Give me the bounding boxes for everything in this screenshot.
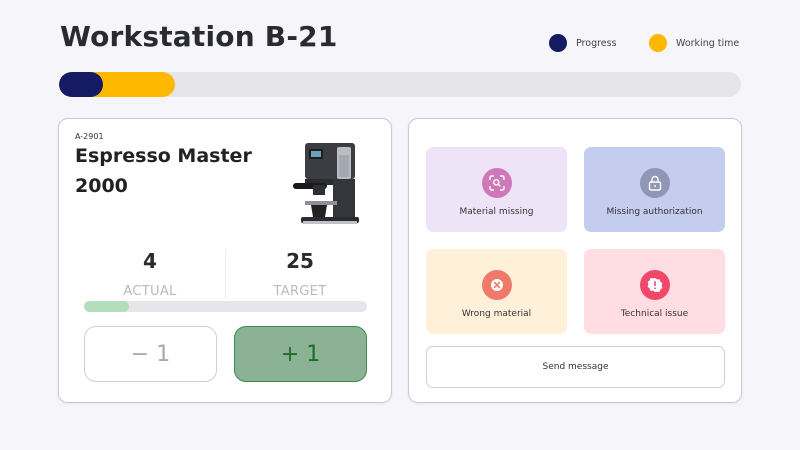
count-progress-bar — [84, 301, 367, 312]
scan-search-icon — [481, 168, 512, 198]
product-card: A-2901 Espresso Master 2000 4 ACTUAL 25 … — [58, 118, 392, 403]
target-stat: 25 TARGET — [230, 249, 370, 299]
progress-legend-dot — [549, 34, 567, 52]
lock-icon — [639, 168, 670, 198]
stat-divider — [225, 249, 226, 299]
target-value: 25 — [286, 249, 314, 273]
actual-stat: 4 ACTUAL — [80, 249, 220, 299]
material-missing-tile[interactable]: Material missing — [426, 147, 567, 232]
issues-card: Material missing Missing authorization W… — [408, 118, 742, 403]
legend-working-time: Working time — [649, 34, 739, 52]
tile-label: Technical issue — [620, 309, 689, 319]
target-label: TARGET — [273, 284, 327, 299]
product-name: Espresso Master 2000 — [75, 145, 252, 197]
technical-issue-tile[interactable]: Technical issue — [584, 249, 725, 334]
progress-fill — [59, 72, 104, 97]
count-progress-fill — [84, 301, 130, 312]
legend-label: Working time — [676, 37, 740, 49]
page-title: Workstation B-21 — [60, 20, 338, 53]
send-message-button[interactable]: Send message — [426, 346, 725, 388]
alert-icon — [639, 270, 670, 300]
legend-label: Progress — [576, 37, 617, 49]
overall-progress-bar — [59, 72, 741, 97]
decrement-button[interactable]: − 1 — [84, 326, 217, 382]
product-sku: A-2901 — [75, 132, 104, 141]
x-circle-icon — [481, 270, 512, 300]
legend-progress: Progress — [549, 34, 617, 52]
wrong-material-tile[interactable]: Wrong material — [426, 249, 567, 334]
missing-authorization-tile[interactable]: Missing authorization — [584, 147, 725, 232]
tile-label: Wrong material — [461, 309, 532, 319]
working-time-legend-dot — [649, 34, 667, 52]
tile-label: Missing authorization — [606, 207, 703, 217]
tile-label: Material missing — [459, 207, 534, 217]
increment-button[interactable]: + 1 — [234, 326, 367, 382]
actual-label: ACTUAL — [123, 284, 177, 299]
espresso-machine-icon — [293, 143, 359, 224]
actual-value: 4 — [143, 249, 157, 273]
